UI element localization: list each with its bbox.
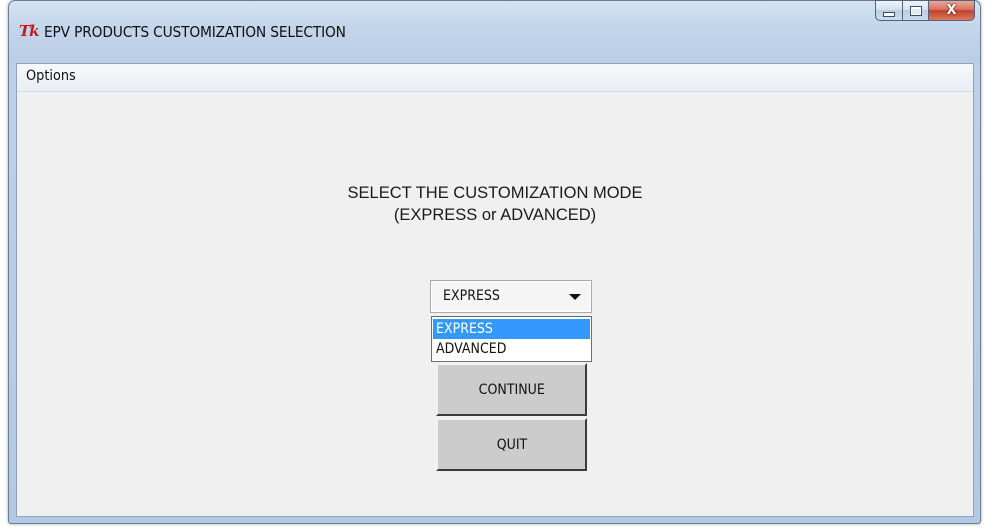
close-icon: X — [946, 3, 957, 18]
client-area: Options SELECT THE CUSTOMIZATION MODE (E… — [16, 63, 974, 517]
caption-buttons: X — [875, 0, 975, 22]
option-label: ADVANCED — [436, 341, 507, 357]
prompt-line-1: SELECT THE CUSTOMIZATION MODE — [347, 184, 643, 202]
continue-button[interactable]: CONTINUE — [436, 363, 587, 416]
maximize-button[interactable] — [902, 0, 928, 21]
maximize-icon — [909, 5, 922, 16]
menu-options[interactable]: Options — [26, 68, 76, 84]
title-bar[interactable]: Tk EPV PRODUCTS CUSTOMIZATION SELECTION … — [9, 0, 980, 63]
continue-button-label: CONTINUE — [478, 381, 545, 398]
quit-button-label: QUIT — [496, 436, 527, 453]
app-window: Tk EPV PRODUCTS CUSTOMIZATION SELECTION … — [8, 0, 981, 524]
close-button[interactable]: X — [928, 0, 975, 21]
minimize-icon — [883, 11, 895, 17]
window-title: EPV PRODUCTS CUSTOMIZATION SELECTION — [44, 23, 346, 41]
option-label: EXPRESS — [436, 321, 493, 337]
prompt-line-2: (EXPRESS or ADVANCED) — [393, 206, 597, 224]
minimize-button[interactable] — [875, 0, 902, 21]
chevron-down-icon[interactable] — [569, 294, 581, 300]
mode-combobox[interactable]: EXPRESS — [430, 280, 592, 313]
dropdown-option-advanced[interactable]: ADVANCED — [433, 339, 590, 359]
combobox-value: EXPRESS — [443, 288, 500, 304]
mode-prompt: SELECT THE CUSTOMIZATION MODE (EXPRESS o… — [17, 182, 973, 226]
dropdown-option-express[interactable]: EXPRESS — [433, 319, 590, 339]
tk-feather-icon: Tk — [19, 22, 40, 40]
quit-button[interactable]: QUIT — [436, 418, 587, 471]
mode-dropdown-list: EXPRESS ADVANCED — [431, 316, 592, 362]
menu-bar: Options — [17, 64, 973, 92]
